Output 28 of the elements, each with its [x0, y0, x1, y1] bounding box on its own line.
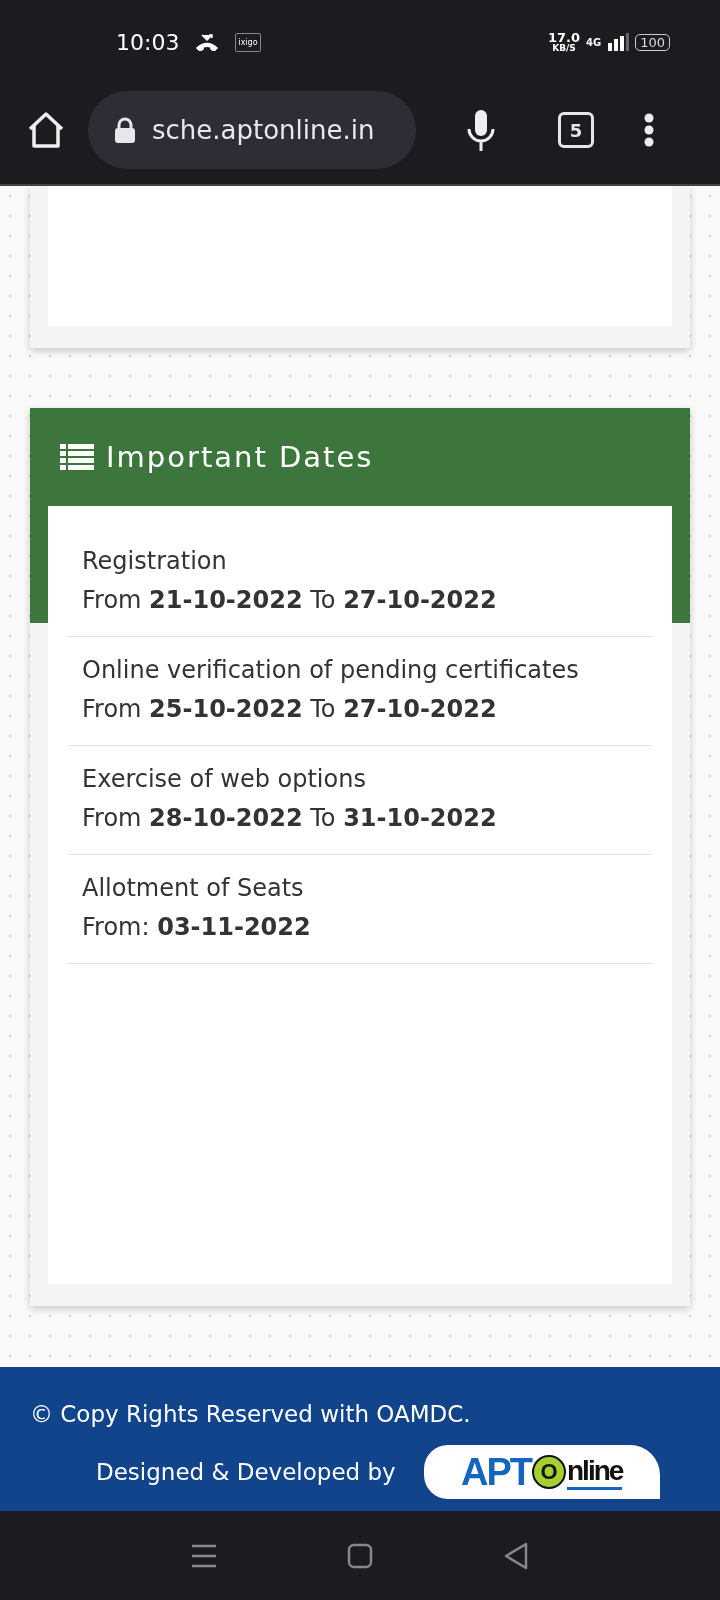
list-icon: [60, 444, 94, 470]
event-dates: From: 03-11-2022: [82, 912, 312, 943]
event-dates: From 25-10-2022 To 27-10-2022: [82, 694, 498, 725]
copyright-text: © Copy Rights Reserved with OAMDC.: [30, 1401, 472, 1427]
clock-time: 10:03: [116, 29, 180, 55]
address-bar[interactable]: sche.aptonline.in: [88, 91, 416, 169]
event-name: Exercise of web options: [82, 764, 367, 795]
card-title: Important Dates: [106, 440, 374, 474]
network-speed: 17.0 KB/S: [547, 31, 580, 53]
menu-icon[interactable]: [644, 113, 654, 147]
app-notification-icon: ixigo: [235, 32, 261, 52]
event-dates: From 21-10-2022 To 27-10-2022: [82, 585, 498, 616]
lock-icon: [114, 117, 136, 143]
event-name: Online verification of pending certificates: [82, 655, 580, 686]
missed-call-icon: [195, 33, 220, 51]
event-name: Allotment of Seats: [82, 873, 305, 904]
company-logo[interactable]: APT O nline: [423, 1445, 660, 1499]
microphone-icon[interactable]: [466, 109, 496, 151]
back-icon[interactable]: [503, 1541, 529, 1570]
event-dates: From 28-10-2022 To 31-10-2022: [82, 803, 498, 834]
home-button-icon[interactable]: [347, 1542, 373, 1569]
signal-icon: [607, 33, 630, 51]
event-name: Registration: [82, 546, 228, 577]
battery-level: 100: [635, 33, 670, 51]
home-icon[interactable]: [26, 111, 66, 149]
developer-credit: Designed & Developed by: [96, 1459, 396, 1487]
network-type: 4G: [586, 36, 602, 48]
tab-count-button[interactable]: 5: [558, 112, 594, 148]
